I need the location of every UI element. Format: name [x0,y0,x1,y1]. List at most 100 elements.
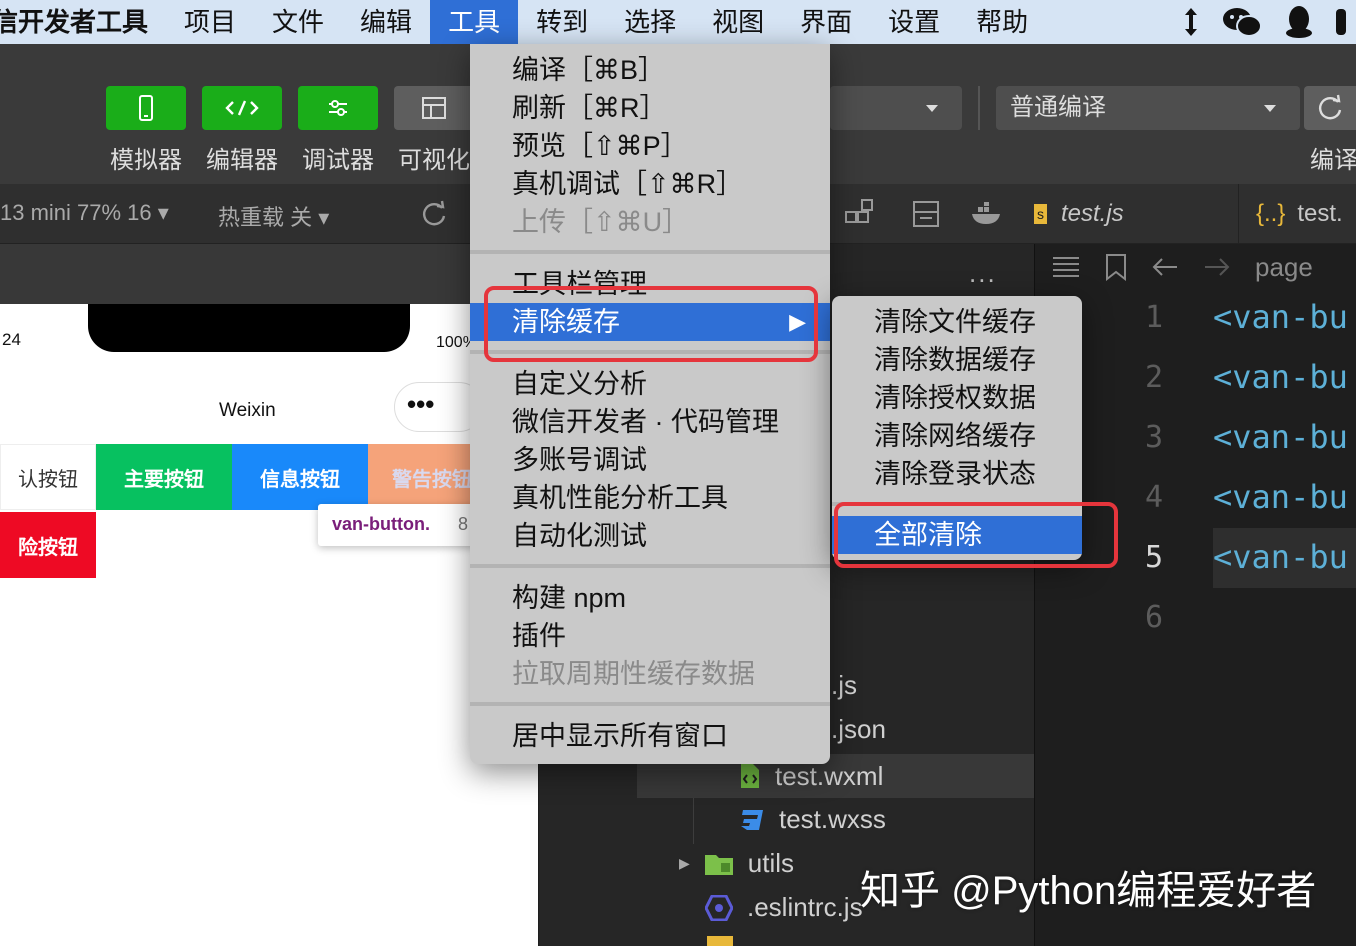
tree-item-eslintrc[interactable]: .eslintrc.js [705,892,863,923]
menu-file[interactable]: 文件 [254,0,342,44]
annotation-highlight-clear-all [834,502,1118,568]
menu-item-center-windows[interactable]: 居中显示所有窗口 [470,717,830,755]
more-dots-icon: ••• [407,389,435,419]
menu-settings[interactable]: 设置 [870,0,958,44]
compile-button[interactable] [1304,86,1356,130]
menu-item-build-npm[interactable]: 构建 npm [470,579,830,617]
nav-title: Weixin [219,400,276,421]
code-line[interactable]: <van-bu [1213,538,1356,576]
back-arrow-icon[interactable] [1151,257,1179,277]
menu-item-performance[interactable]: 真机性能分析工具 [470,479,830,517]
submenu-item-clear-auth-data[interactable]: 清除授权数据 [832,379,1082,417]
menu-item-compile[interactable]: 编译［⌘B］ [470,51,830,89]
danger-button[interactable]: 险按钮 [0,512,96,578]
compile-mode-dropdown[interactable]: 普通编译 [996,86,1300,130]
compile-mode-value: 普通编译 [1010,94,1106,121]
submenu-item-clear-data-cache[interactable]: 清除数据缓存 [832,341,1082,379]
menu-item-automation-test[interactable]: 自动化测试 [470,517,830,555]
explorer-more-button[interactable]: ... [969,258,997,289]
code-line[interactable]: <van-bu [1213,418,1356,456]
hot-reload-value: 热重载 关 [218,205,313,230]
info-button[interactable]: 信息按钮 [232,444,368,510]
folder-icon [707,936,733,946]
menu-view[interactable]: 视图 [694,0,782,44]
layout-icon [422,97,446,119]
phone-icon [139,95,153,121]
menu-item-code-management[interactable]: 微信开发者 · 代码管理 [470,403,830,441]
js-file-icon: s [1034,204,1047,224]
menu-item-remote-debug[interactable]: 真机调试［⇧⌘R］ [470,165,830,203]
save-icon[interactable] [912,200,940,228]
docker-icon[interactable] [970,202,1004,226]
tree-item-wxss[interactable]: test.wxss [739,804,886,835]
tree-item-js[interactable]: .js [831,670,857,701]
chevron-right-icon: ▶ [679,855,690,871]
qq-penguin-icon[interactable] [1284,5,1314,39]
wechat-icon[interactable] [1222,6,1262,38]
code-line[interactable]: <van-bu [1213,358,1356,396]
warning-button[interactable]: 警告按钮 [368,444,478,510]
tree-item-wxss-label: test.wxss [779,804,886,834]
bookmark-icon[interactable] [1105,253,1127,281]
menu-app-name[interactable]: 信开发者工具 [0,0,166,44]
menu-select[interactable]: 选择 [606,0,694,44]
simulator-button[interactable] [106,86,186,130]
tree-item-utils-folder[interactable]: ▶ utils [679,848,794,879]
menu-item-upload: 上传［⇧⌘U］ [512,207,690,237]
tab-test-json-label: test. [1297,200,1343,227]
tab-test-js[interactable]: s test.js [1034,184,1124,244]
submenu-item-clear-file-cache[interactable]: 清除文件缓存 [832,303,1082,341]
mode-dropdown[interactable] [830,86,962,130]
menu-help[interactable]: 帮助 [958,0,1046,44]
more-tray-icon[interactable] [1336,5,1346,39]
tree-item-json-label: .json [831,714,886,744]
widgets-icon[interactable] [844,198,876,230]
code-line[interactable]: <van-bu [1213,298,1356,336]
device-selector-value: 13 mini 77% 16 [0,200,152,225]
simulator-header [0,244,538,304]
chevron-down-icon [1264,105,1276,112]
tooltip-size: 8 [458,514,469,534]
editor-toolbar: page [1035,244,1356,290]
menu-interface[interactable]: 界面 [782,0,870,44]
forward-arrow-icon[interactable] [1203,257,1231,277]
menu-tools[interactable]: 工具 [430,0,519,44]
tree-item-utils-label: utils [747,848,795,878]
code-line[interactable]: <van-bu [1213,478,1356,516]
tree-item-js-label: .js [831,670,857,700]
device-selector[interactable]: 13 mini 77% 16 ▾ [0,200,169,226]
tab-divider [1238,184,1239,244]
menu-item-plugins[interactable]: 插件 [470,617,830,655]
menu-goto[interactable]: 转到 [518,0,606,44]
tree-item-wxml-label: test.wxml [775,760,884,791]
debugger-button[interactable] [298,86,378,130]
submenu-item-clear-login-state[interactable]: 清除登录状态 [832,455,1082,493]
tab-test-json[interactable]: {..} test. [1256,184,1343,244]
editor-button[interactable] [202,86,282,130]
menu-project[interactable]: 项目 [166,0,254,44]
editor-label: 编辑器 [206,147,278,174]
menu-item-custom-analysis[interactable]: 自定义分析 [470,365,830,403]
visualize-button[interactable] [394,86,474,130]
menu-edit[interactable]: 编辑 [342,0,430,44]
code-editor: page 1 2 3 4 5 6 <van-bu <van-bu <van-bu… [1034,244,1356,946]
resize-arrows-icon[interactable] [1182,7,1200,37]
annotation-highlight-clear-cache [484,286,818,362]
visualize-label: 可视化 [398,147,470,174]
json-file-icon: {..} [1256,200,1286,227]
breadcrumb[interactable]: page [1255,252,1313,283]
menu-item-multi-account[interactable]: 多账号调试 [470,441,830,479]
tools-menu: 编译［⌘B］ 刷新［⌘R］ 预览［⇧⌘P］ 真机调试［⇧⌘R］ 上传［⇧⌘U］ … [470,44,830,764]
menu-separator [470,702,830,706]
submenu-item-clear-network-cache[interactable]: 清除网络缓存 [832,417,1082,455]
list-icon[interactable] [1051,255,1081,279]
menu-item-refresh[interactable]: 刷新［⌘R］ [470,89,830,127]
default-button[interactable]: 认按钮 [0,444,96,510]
hot-reload-toggle[interactable]: 热重载 关 ▾ [218,200,329,232]
folder-icon [704,854,733,875]
rotate-icon[interactable] [420,200,448,228]
css3-icon [741,809,763,830]
primary-button[interactable]: 主要按钮 [96,444,232,510]
tree-item-json[interactable]: .json [831,714,886,745]
menu-item-preview[interactable]: 预览［⇧⌘P］ [470,127,830,165]
